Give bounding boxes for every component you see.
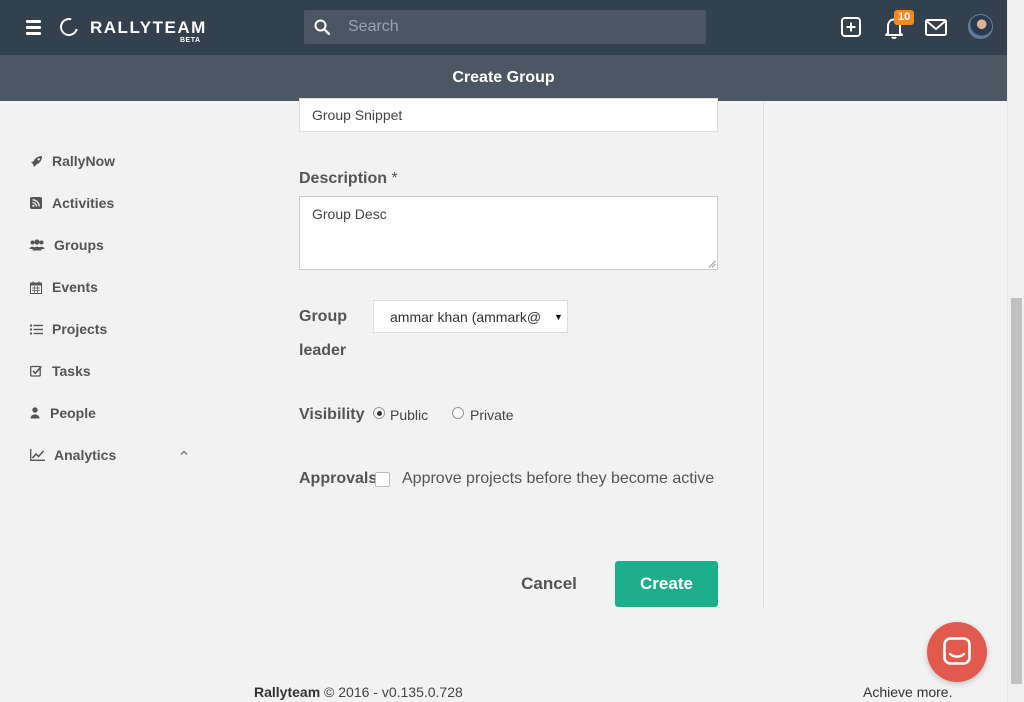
public-radio[interactable] — [373, 407, 385, 419]
page-title: Create Group — [452, 69, 555, 86]
avatar[interactable] — [968, 14, 993, 39]
sidebar-item-groups[interactable]: Groups — [28, 233, 104, 257]
approvals-label: Approvals — [299, 470, 378, 487]
rss-icon — [28, 196, 44, 210]
calendar-icon — [28, 280, 44, 294]
scrollbar[interactable] — [1007, 0, 1024, 702]
menu-icon[interactable] — [26, 20, 41, 35]
page-header: Create Group — [0, 55, 1007, 101]
search-bar — [304, 10, 706, 44]
description-label-text: Description — [299, 170, 388, 187]
notification-badge: 10 — [894, 10, 915, 25]
list-icon — [28, 322, 44, 336]
chat-icon — [943, 637, 971, 665]
description-label: Description * — [299, 170, 398, 188]
scrollbar-thumb[interactable] — [1011, 298, 1022, 684]
line-chart-icon — [28, 448, 46, 462]
divider — [763, 101, 764, 608]
search-input[interactable] — [348, 10, 698, 44]
logo-beta: BETA — [180, 37, 201, 44]
group-leader-label: Group — [299, 308, 347, 325]
chat-launcher-button[interactable] — [927, 622, 987, 682]
sidebar-item-tasks[interactable]: Tasks — [28, 359, 91, 383]
approvals-checkbox[interactable] — [375, 472, 390, 487]
rocket-icon — [28, 154, 44, 168]
group-leader-label-line2: leader — [299, 342, 347, 359]
sidebar-item-label: Events — [52, 279, 98, 295]
sidebar-item-label: Groups — [54, 237, 104, 253]
sidebar-item-rallynow[interactable]: RallyNow — [28, 149, 115, 173]
footer-tagline: Achieve more. — [863, 684, 953, 700]
logo-text: RALLYTEAM — [90, 18, 207, 37]
visibility-label: Visibility — [299, 406, 365, 423]
approvals-checkbox-label[interactable]: Approve projects before they become acti… — [402, 470, 714, 488]
footer-brand: Rallyteam — [254, 684, 321, 700]
group-leader-select[interactable]: ammar khan (ammark@ ▼ — [373, 300, 568, 333]
chevron-up-icon[interactable] — [180, 449, 188, 457]
sidebar-item-label: People — [50, 405, 96, 421]
sidebar-item-label: Activities — [52, 195, 115, 211]
create-button[interactable]: Create — [615, 561, 718, 607]
sidebar-item-label: Projects — [52, 321, 108, 337]
required-marker: * — [391, 170, 398, 187]
group-leader-value: ammar khan (ammark@ — [390, 309, 542, 325]
description-field[interactable]: Group Desc — [299, 196, 718, 270]
dropdown-arrow-icon: ▼ — [554, 312, 563, 322]
private-radio[interactable] — [452, 407, 464, 419]
public-radio-label[interactable]: Public — [390, 407, 428, 423]
sidebar-item-people[interactable]: People — [28, 401, 96, 425]
group-snippet-field[interactable]: Group Snippet — [299, 98, 718, 132]
users-icon — [28, 238, 46, 252]
sidebar-item-label: Analytics — [54, 447, 117, 463]
logo-ring-icon — [56, 14, 82, 40]
add-icon[interactable] — [838, 14, 864, 40]
sidebar-item-events[interactable]: Events — [28, 275, 98, 299]
sidebar-item-projects[interactable]: Projects — [28, 317, 107, 341]
sidebar-item-label: Tasks — [52, 363, 91, 379]
top-navbar: RALLYTEAM BETA 10 — [0, 0, 1007, 55]
private-radio-label[interactable]: Private — [470, 407, 514, 423]
sidebar-item-activities[interactable]: Activities — [28, 191, 114, 215]
sidebar-item-label: RallyNow — [52, 153, 116, 169]
sidebar-item-analytics[interactable]: Analytics — [28, 443, 188, 467]
cancel-button[interactable]: Cancel — [505, 562, 593, 606]
footer-copyright: Rallyteam © 2016 - v0.135.0.728 — [254, 684, 463, 700]
user-icon — [28, 406, 42, 420]
search-icon — [314, 19, 330, 35]
footer-copyright-text: © 2016 - v0.135.0.728 — [320, 684, 463, 700]
mail-icon[interactable] — [923, 14, 949, 40]
check-square-icon — [28, 364, 44, 378]
resize-grip-icon[interactable] — [708, 260, 716, 268]
